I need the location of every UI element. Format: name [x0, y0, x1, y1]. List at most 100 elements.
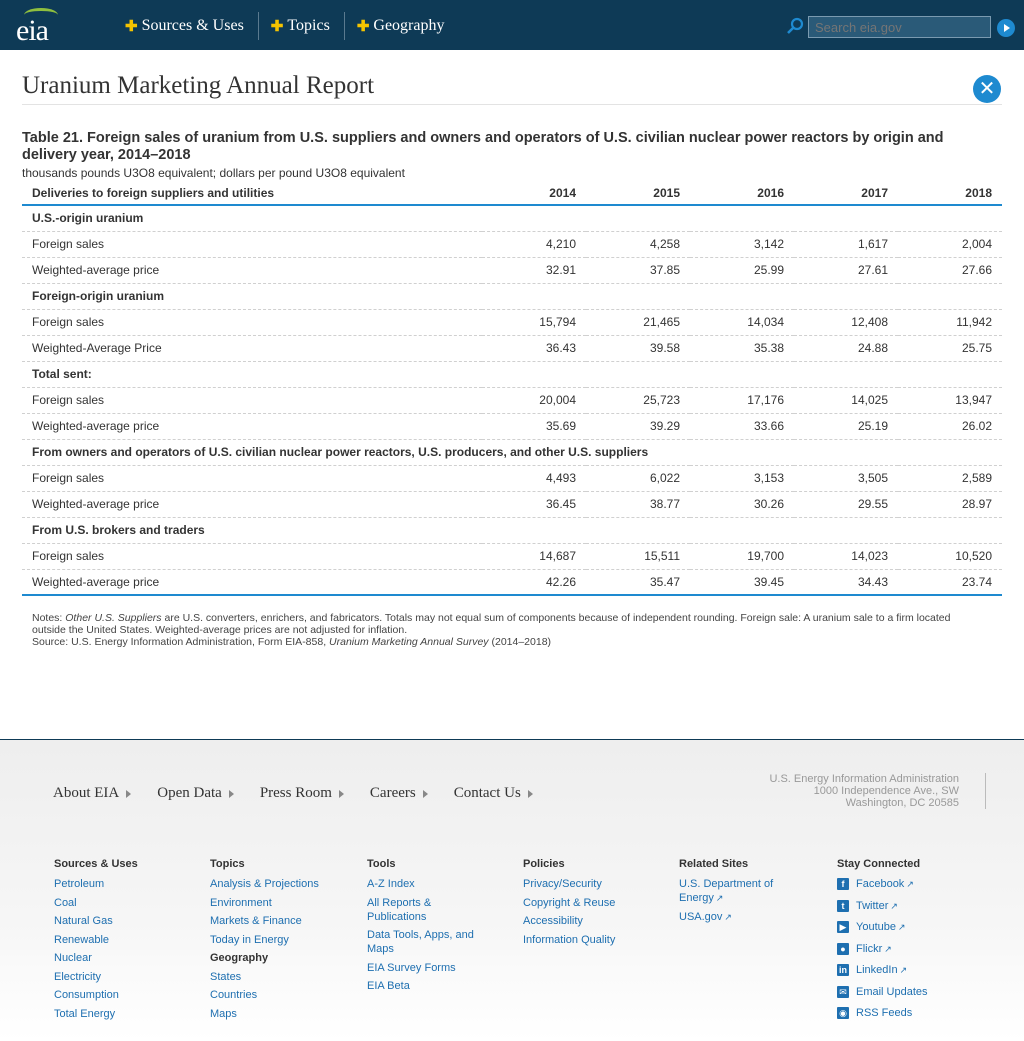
footer-link[interactable]: Consumption — [54, 988, 194, 1002]
table-cell: 14,034 — [690, 309, 794, 336]
table-section-row: From owners and operators of U.S. civili… — [22, 439, 1002, 466]
close-button[interactable]: ✕ — [973, 75, 1001, 103]
footer-link[interactable]: Coal — [54, 896, 194, 910]
row-label: Foreign sales — [22, 309, 482, 336]
table-cell: 29.55 — [794, 491, 898, 518]
table-cell: 26.02 — [898, 413, 1002, 440]
social-link[interactable]: t Twitter ↗ — [837, 899, 977, 913]
social-link[interactable]: in LinkedIn ↗ — [837, 963, 977, 977]
footer-link[interactable]: Maps — [210, 1007, 350, 1021]
footer-nav-contact[interactable]: Contact Us — [454, 785, 533, 802]
footer-link[interactable]: U.S. Department of Energy ↗ — [679, 877, 799, 905]
eia-logo[interactable]: eia — [16, 8, 60, 47]
external-link-icon: ↗ — [890, 900, 898, 911]
footer: About EIA Open Data Press Room Careers C… — [0, 739, 1024, 1041]
table-cell: 39.58 — [586, 335, 690, 362]
social-link[interactable]: ▶ Youtube ↗ — [837, 920, 977, 934]
nav-sources-uses[interactable]: ✚ Sources & Uses — [113, 12, 259, 40]
table-cell: 39.29 — [586, 413, 690, 440]
footer-link[interactable]: Total Energy — [54, 1007, 194, 1021]
footer-link[interactable]: USA.gov ↗ — [679, 910, 799, 924]
data-table: Deliveries to foreign suppliers and util… — [22, 181, 1002, 596]
footer-link[interactable]: Markets & Finance — [210, 914, 350, 928]
nav-topics[interactable]: ✚ Topics — [259, 12, 345, 40]
row-label: Weighted-Average Price — [22, 335, 482, 362]
footer-subheading-geography: Geography — [210, 952, 269, 964]
footer-link[interactable]: Electricity — [54, 970, 194, 984]
footer-col-heading: Sources & Uses — [54, 858, 138, 870]
footer-col-heading: Stay Connected — [837, 858, 921, 870]
column-header: 2014 — [482, 181, 586, 206]
footer-link[interactable]: Data Tools, Apps, and Maps — [367, 928, 482, 956]
footer-col-sources: Sources & Uses Petroleum Coal Natural Gas R… — [54, 857, 194, 1025]
section-label: Total sent: — [22, 361, 1002, 388]
caret-right-icon — [422, 789, 428, 798]
footer-link[interactable]: Natural Gas — [54, 914, 194, 928]
table-row: Foreign sales 15,794 21,465 14,034 12,408 11,… — [22, 309, 1002, 336]
table-cell: 4,210 — [482, 231, 586, 258]
footer-link[interactable]: EIA Beta — [367, 979, 482, 993]
external-link-icon: ↗ — [884, 943, 892, 954]
youtube-icon: ▶ — [837, 921, 849, 933]
footer-col-heading: Topics — [210, 858, 245, 870]
footer-nav-careers[interactable]: Careers — [370, 785, 428, 802]
table-cell: 17,176 — [690, 387, 794, 414]
source-text: Source: U.S. Energy Information Administ… — [32, 636, 552, 648]
table-body: U.S.-origin uranium Foreign sales 4,210 4,2… — [22, 205, 1002, 596]
table-header-row: Deliveries to foreign suppliers and util… — [22, 181, 1002, 206]
table-units: thousands pounds U3O8 equivalent; dollar… — [22, 166, 405, 180]
column-header: 2018 — [898, 181, 1002, 206]
table-cell: 34.43 — [794, 569, 898, 596]
footer-link[interactable]: Analysis & Projections — [210, 877, 350, 891]
table-cell: 42.26 — [482, 569, 586, 596]
search-submit-button[interactable] — [997, 19, 1015, 37]
social-link[interactable]: ● Flickr ↗ — [837, 942, 977, 956]
footer-col-social: Stay Connected f Facebook ↗ t Twitter ↗ ▶ Youtu… — [837, 857, 977, 1028]
footer-nav-open-data[interactable]: Open Data — [157, 785, 234, 802]
table-cell: 39.45 — [690, 569, 794, 596]
nav-geography[interactable]: ✚ Geography — [345, 12, 459, 40]
footer-link[interactable]: Privacy/Security — [523, 877, 663, 891]
table-cell: 32.91 — [482, 257, 586, 284]
table-cell: 38.77 — [586, 491, 690, 518]
table-cell: 35.38 — [690, 335, 794, 362]
table-row: Foreign sales 14,687 15,511 19,700 14,023 10,… — [22, 543, 1002, 570]
footer-col-heading: Tools — [367, 858, 396, 870]
social-link[interactable]: f Facebook ↗ — [837, 877, 977, 891]
social-link[interactable]: ◉ RSS Feeds — [837, 1006, 977, 1020]
table-row: Weighted-average price 36.45 38.77 30.26 29.… — [22, 491, 1002, 518]
column-header: Deliveries to foreign suppliers and util… — [22, 181, 482, 206]
footer-col-policies: Policies Privacy/Security Copyright & Reu… — [523, 857, 663, 951]
table-cell: 2,589 — [898, 465, 1002, 492]
footer-link[interactable]: All Reports & Publications — [367, 896, 482, 924]
table-row: Weighted-Average Price 36.43 39.58 35.38 24.… — [22, 335, 1002, 362]
footer-link[interactable]: EIA Survey Forms — [367, 961, 482, 975]
footer-nav-about[interactable]: About EIA — [53, 785, 132, 802]
footer-link[interactable]: A-Z Index — [367, 877, 482, 891]
page-title: Uranium Marketing Annual Report — [22, 72, 375, 99]
table-notes: Notes: Other U.S. Suppliers are U.S. con… — [32, 612, 982, 648]
footer-link[interactable]: States — [210, 970, 350, 984]
footer-link[interactable]: Information Quality — [523, 933, 663, 947]
footer-link[interactable]: Countries — [210, 988, 350, 1002]
table-cell: 23.74 — [898, 569, 1002, 596]
table-cell: 24.88 — [794, 335, 898, 362]
footer-link[interactable]: Today in Energy — [210, 933, 350, 947]
flickr-icon: ● — [837, 942, 849, 955]
search-input[interactable] — [808, 16, 991, 38]
social-link[interactable]: ✉ Email Updates — [837, 985, 977, 999]
footer-nav-press-room[interactable]: Press Room — [260, 785, 344, 802]
table-section-row: Foreign-origin uranium — [22, 283, 1002, 310]
footer-link[interactable]: Nuclear — [54, 951, 194, 965]
table-cell: 36.43 — [482, 335, 586, 362]
footer-link[interactable]: Renewable — [54, 933, 194, 947]
logo-text: eia — [16, 14, 49, 47]
footer-link[interactable]: Environment — [210, 896, 350, 910]
footer-link[interactable]: Copyright & Reuse — [523, 896, 663, 910]
external-link-icon: ↗ — [899, 965, 908, 975]
table-cell: 4,493 — [482, 465, 586, 492]
footer-link[interactable]: Petroleum — [54, 877, 194, 891]
address-divider — [985, 773, 986, 809]
footer-link[interactable]: Accessibility — [523, 914, 663, 928]
table-cell: 20,004 — [482, 387, 586, 414]
